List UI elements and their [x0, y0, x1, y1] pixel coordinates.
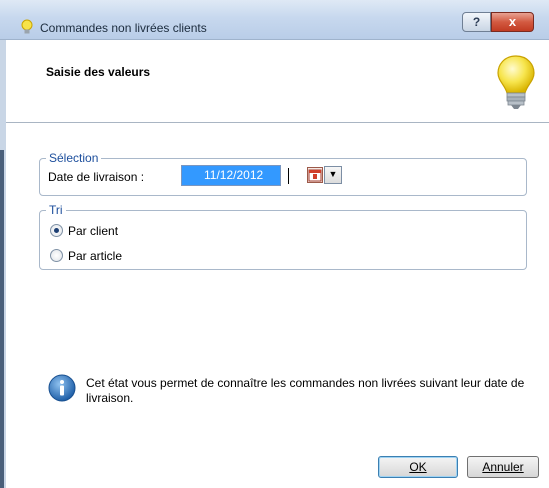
- lightbulb-icon: [21, 19, 33, 34]
- help-button[interactable]: ?: [462, 12, 491, 32]
- date-input[interactable]: 11/12/2012: [181, 165, 281, 186]
- info-icon: [48, 374, 76, 402]
- lightbulb-icon: [497, 55, 535, 109]
- dialog-header: Saisie des valeurs: [6, 41, 549, 123]
- radio-par-article[interactable]: [50, 249, 63, 262]
- calendar-icon: [308, 169, 322, 182]
- window-title: Commandes non livrées clients: [40, 21, 207, 35]
- chevron-down-icon: ▼: [328, 169, 338, 179]
- calendar-button[interactable]: [307, 167, 323, 183]
- info-text: Cet état vous permet de connaître les co…: [86, 376, 525, 405]
- date-dropdown-button[interactable]: ▼: [324, 166, 342, 184]
- title-bar[interactable]: Commandes non livrées clients ? x: [0, 0, 549, 40]
- radio-par-client-label[interactable]: Par client: [68, 224, 118, 238]
- parent-window-edge-dark: [0, 150, 4, 488]
- text-cursor: [288, 168, 289, 184]
- cancel-button[interactable]: Annuler: [467, 456, 539, 478]
- selection-legend: Sélection: [46, 151, 102, 165]
- date-label: Date de livraison :: [48, 170, 145, 184]
- radio-par-article-label[interactable]: Par article: [68, 249, 122, 263]
- close-icon: x: [508, 14, 517, 29]
- close-button[interactable]: x: [491, 12, 534, 32]
- page-title: Saisie des valeurs: [46, 65, 151, 79]
- radio-par-client[interactable]: [50, 224, 63, 237]
- ok-button[interactable]: OK: [378, 456, 458, 478]
- sort-legend: Tri: [46, 203, 66, 217]
